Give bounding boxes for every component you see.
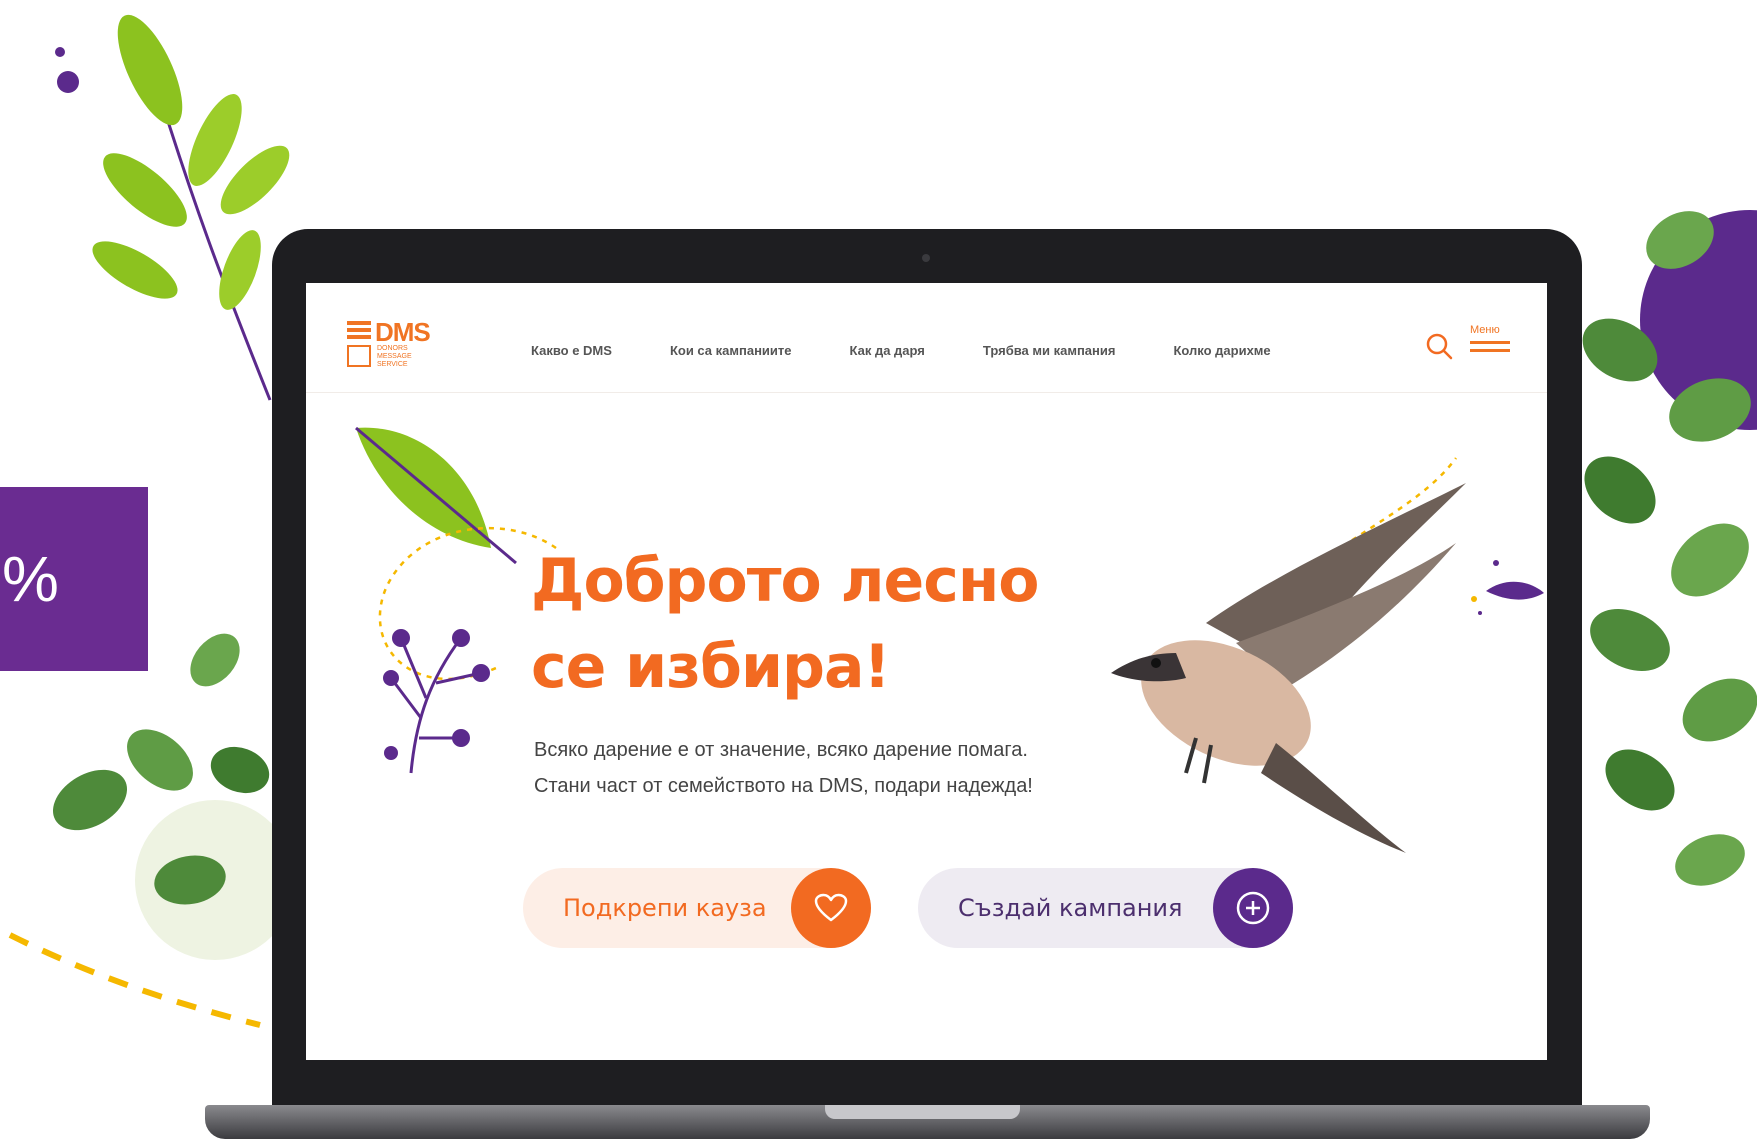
logo-text: DMS [375, 317, 431, 347]
nav-item-how-much-donated[interactable]: Колко дарихме [1173, 343, 1270, 358]
support-cause-button[interactable]: Подкрепи кауза [523, 868, 871, 948]
logo-keypad-icon [347, 345, 371, 367]
hero-title: Доброто лесно се избира! [531, 538, 1039, 710]
nav-item-campaigns[interactable]: Кои са кампаниите [670, 343, 792, 358]
menu-label: Меню [1470, 324, 1500, 336]
nav-item-what-is-dms[interactable]: Какво е DMS [531, 343, 612, 358]
site-header: DMS DONORS MESSAGE SERVICE Какво е DMS К… [306, 283, 1547, 393]
plus-circle-icon [1213, 868, 1293, 948]
hero-title-line-1: Доброто лесно [531, 546, 1039, 616]
support-cause-label: Подкрепи кауза [563, 894, 767, 922]
discount-badge-text: % [2, 543, 59, 615]
logo-bars-icon [347, 321, 371, 342]
decorative-right-plant [1582, 210, 1757, 886]
create-campaign-button[interactable]: Създай кампания [918, 868, 1293, 948]
menu-button[interactable]: Меню [1470, 324, 1514, 364]
hero-title-line-2: се избира! [531, 632, 891, 702]
hero-subtitle: Всяко дарение е от значение, всяко дарен… [534, 732, 1033, 804]
laptop-notch [825, 1105, 1020, 1119]
dms-logo[interactable]: DMS DONORS MESSAGE SERVICE [347, 317, 447, 373]
nav-item-how-to-donate[interactable]: Как да даря [850, 343, 925, 358]
hamburger-icon [1470, 341, 1514, 352]
hero-subtitle-line-2: Стани част от семейството на DMS, подари… [534, 775, 1033, 797]
decorative-berry-branch-icon [383, 629, 490, 774]
nav-item-need-campaign[interactable]: Трябва ми кампания [983, 343, 1116, 358]
laptop-camera [922, 254, 930, 262]
laptop-screen: DMS DONORS MESSAGE SERVICE Какво е DMS К… [306, 283, 1547, 1060]
decorative-small-leaf-icon [1471, 560, 1544, 615]
hero-subtitle-line-1: Всяко дарение е от значение, всяко дарен… [534, 739, 1028, 761]
logo-subtitle: DONORS MESSAGE SERVICE [377, 345, 412, 368]
swallow-bird-illustration [1111, 483, 1466, 853]
search-icon[interactable] [1424, 331, 1454, 361]
create-campaign-label: Създай кампания [958, 894, 1183, 922]
discount-badge: % [0, 487, 148, 671]
heart-icon [791, 868, 871, 948]
main-nav: Какво е DMS Кои са кампаниите Как да дар… [531, 343, 1329, 358]
